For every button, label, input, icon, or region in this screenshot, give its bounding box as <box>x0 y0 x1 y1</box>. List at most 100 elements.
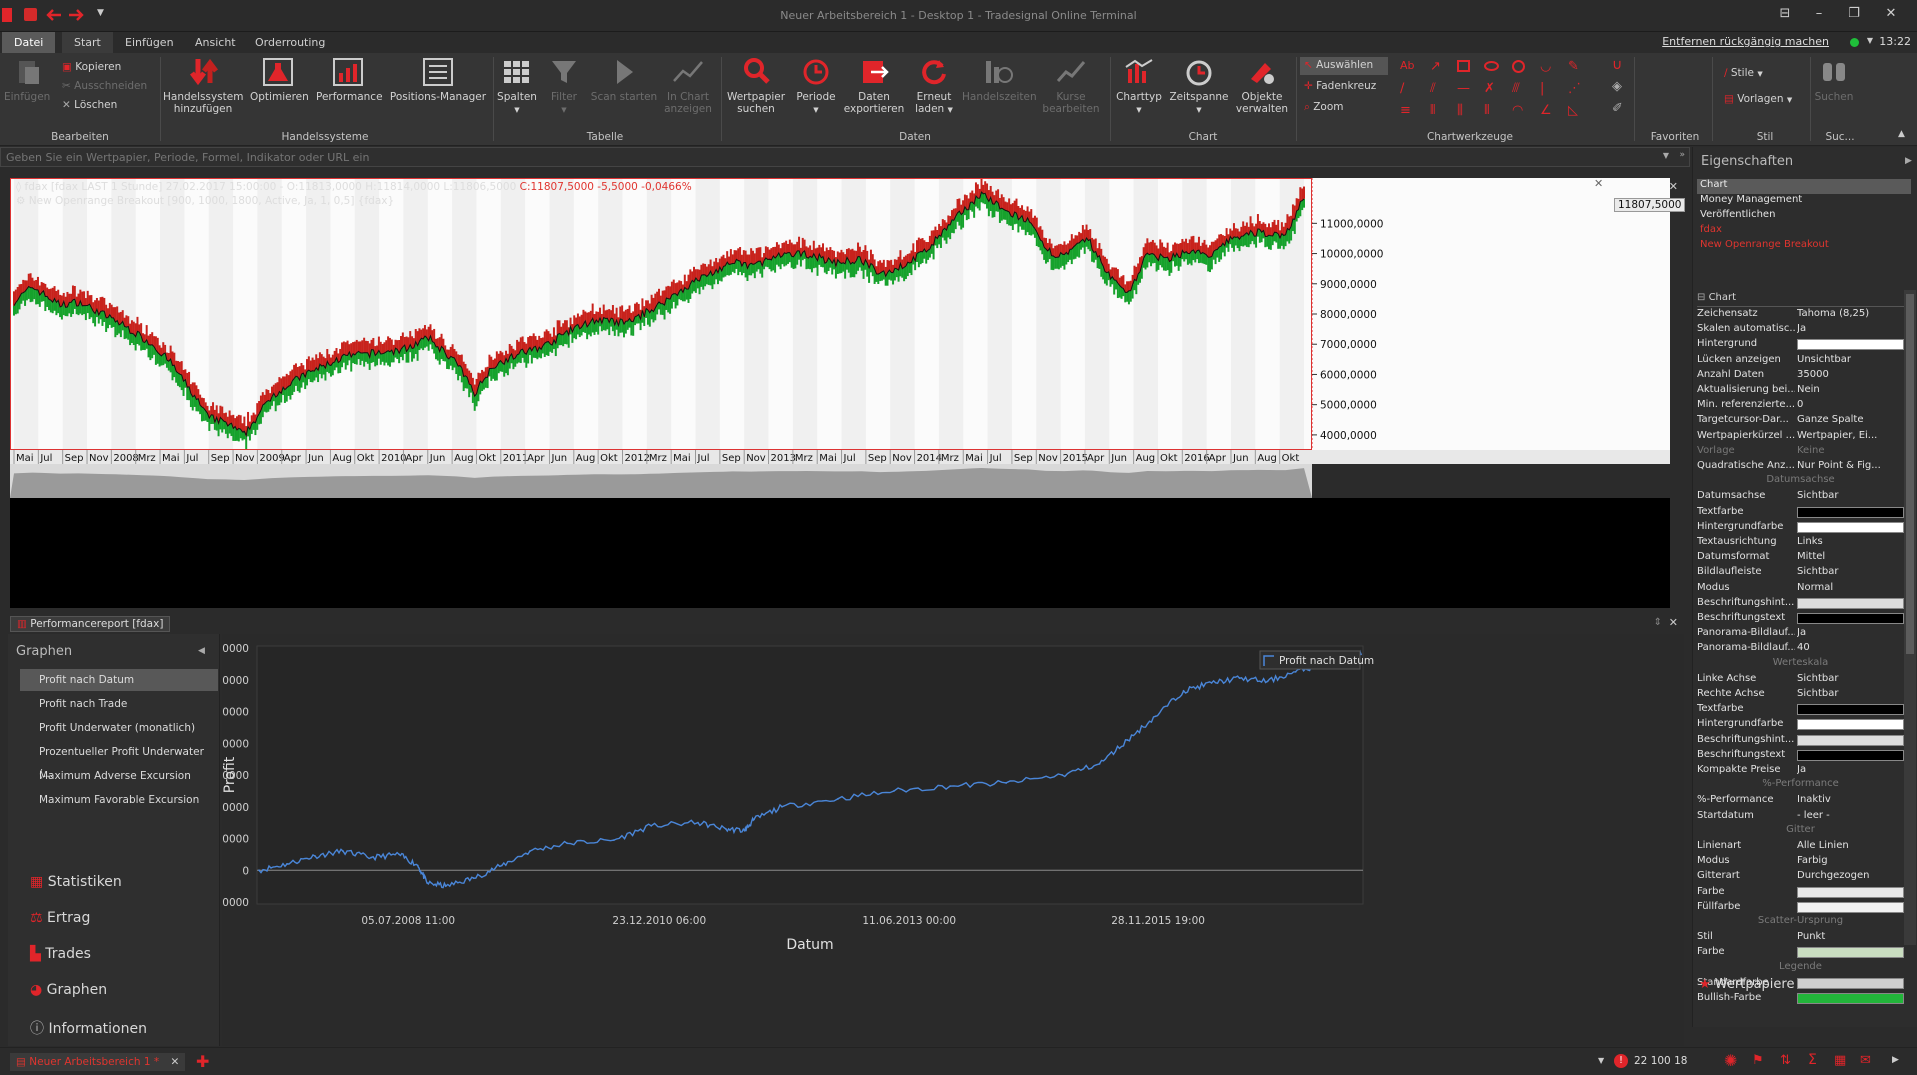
tree-item-strategy[interactable]: New Openrange Breakout <box>1697 239 1911 254</box>
profit-point[interactable] <box>1182 689 1185 692</box>
profit-point[interactable] <box>743 829 746 832</box>
eraser-icon[interactable]: ◈ <box>1612 79 1622 94</box>
tree-item-publish[interactable]: Veröffentlichen <box>1697 209 1911 224</box>
performance-tab[interactable]: ▥ Performancereport [fdax] <box>10 616 171 632</box>
color-swatch[interactable] <box>1797 749 1904 761</box>
profit-point[interactable] <box>1238 677 1241 680</box>
property-value[interactable]: Punkt <box>1797 931 1904 942</box>
property-row[interactable]: Datumsformat Mittel <box>1697 550 1904 565</box>
export-data-button[interactable]: Daten exportieren <box>842 57 906 115</box>
fib-arc-tool-icon[interactable]: ◠ <box>1512 103 1523 118</box>
color-swatch[interactable] <box>1797 597 1904 609</box>
property-row[interactable]: Kompakte Preise Ja <box>1697 763 1904 778</box>
profit-point[interactable] <box>1294 670 1297 673</box>
price-chart-svg[interactable]: 11000,0000 10000,0000 9000,0000 8000,0000 70… <box>10 178 1670 608</box>
channel-tool-icon[interactable]: ⫽ <box>1430 81 1436 96</box>
tree-item-chart[interactable]: Chart <box>1697 179 1911 194</box>
price-chart[interactable]: 11000,0000 10000,0000 9000,0000 8000,0000 70… <box>10 177 1686 608</box>
nav-ertrag[interactable]: ⚖ Ertrag <box>30 910 90 926</box>
menu-datei[interactable]: Datei <box>2 32 56 53</box>
property-row[interactable]: Vorlage Keine <box>1697 444 1904 459</box>
profit-point[interactable] <box>528 850 531 853</box>
property-row[interactable]: Quadratische Anz... Nur Point & Fig... <box>1697 459 1904 474</box>
profit-point[interactable] <box>398 853 400 856</box>
graph-item-mfe[interactable]: Maximum Favorable Excursion <box>20 789 218 811</box>
performance-pin-icon[interactable]: ⇕ <box>1654 617 1662 628</box>
color-swatch[interactable] <box>1797 506 1904 518</box>
menu-start[interactable]: Start <box>62 32 113 53</box>
profit-point[interactable] <box>472 877 475 880</box>
property-value[interactable]: Links <box>1797 536 1904 547</box>
profit-point[interactable] <box>837 797 839 800</box>
command-input[interactable] <box>1 148 1601 166</box>
pen-settings-icon[interactable]: ✐ <box>1612 101 1623 116</box>
property-row[interactable]: Beschriftungstext <box>1697 611 1904 626</box>
profit-chart[interactable]: 140000120000100000800006000040000200000-… <box>209 634 1684 1046</box>
profit-point[interactable] <box>314 855 316 857</box>
profit-point[interactable] <box>500 864 503 867</box>
parallel-tool-icon[interactable]: ⫻ <box>1512 81 1520 96</box>
paste-button[interactable]: Einfügen <box>4 57 50 103</box>
property-row[interactable]: Modus Farbig <box>1697 854 1904 869</box>
sort-icon[interactable]: ⇅ <box>1780 1053 1791 1068</box>
search-security-button[interactable]: Wertpapier suchen <box>722 57 790 115</box>
graph-item-profit-date[interactable]: Profit nach Datum <box>20 669 218 691</box>
profit-point[interactable] <box>1061 774 1064 776</box>
color-swatch[interactable] <box>1797 886 1904 898</box>
show-in-chart-button[interactable]: In Chart anzeigen <box>660 57 716 115</box>
property-row[interactable]: Zeichensatz Tahoma (8,25) <box>1697 307 1904 322</box>
property-value[interactable]: Mittel <box>1797 551 1904 562</box>
property-row[interactable]: Textfarbe <box>1697 702 1904 717</box>
property-row[interactable]: Beschriftungshint... <box>1697 596 1904 611</box>
properties-scrollbar[interactable] <box>1904 290 1916 945</box>
menu-ansicht[interactable]: Ansicht <box>183 32 248 53</box>
profit-point[interactable] <box>1266 680 1269 683</box>
chart-panel-close-icon[interactable]: ✕ <box>1594 177 1603 190</box>
property-row[interactable]: Farbe <box>1697 885 1904 900</box>
command-more-icon[interactable]: » <box>1679 150 1685 160</box>
period-button[interactable]: Periode ▼ <box>792 57 840 116</box>
trading-hours-button[interactable]: Handelszeiten <box>962 57 1037 103</box>
arrow-tool-icon[interactable]: ↗ <box>1430 59 1441 74</box>
property-row[interactable]: Anzahl Daten 35000 <box>1697 368 1904 383</box>
color-swatch[interactable] <box>1797 734 1904 746</box>
menu-orderrouting[interactable]: Orderrouting <box>243 32 337 53</box>
triangle-tool-icon[interactable]: ◺ <box>1568 103 1578 118</box>
fibonacci-tool-icon[interactable]: ≡ <box>1400 103 1411 118</box>
cycle-tool-icon[interactable]: ⫼ <box>1457 103 1463 118</box>
scan-start-button[interactable]: Scan starten <box>588 57 660 103</box>
profit-point[interactable] <box>612 839 615 841</box>
graph-item-profit-trade[interactable]: Profit nach Trade <box>20 693 218 715</box>
nav-statistiken[interactable]: ▦ Statistiken <box>30 874 122 890</box>
property-value[interactable]: - leer - <box>1797 810 1904 821</box>
property-value[interactable]: Sichtbar <box>1797 490 1904 501</box>
menu-einfuegen[interactable]: Einfügen <box>113 32 186 53</box>
property-value[interactable]: Alle Linien <box>1797 840 1904 851</box>
delete-button[interactable]: ✕ Löschen <box>62 99 117 111</box>
profit-point[interactable] <box>258 869 260 872</box>
layout-icon[interactable]: ⊟ <box>1774 6 1796 26</box>
property-row[interactable]: Targetcursor-Dar... Ganze Spalte <box>1697 413 1904 428</box>
styles-dropdown[interactable]: ∕ Stile ▼ <box>1724 67 1763 79</box>
fan-tool-icon[interactable]: ⋰ <box>1568 81 1581 96</box>
nav-trades[interactable]: ▙ Trades <box>30 946 91 962</box>
command-dropdown-icon[interactable]: ▼ <box>1663 151 1669 160</box>
alarm-icon[interactable]: ⚑ <box>1752 1053 1764 1068</box>
tree-item-fdax[interactable]: fdax <box>1697 224 1911 239</box>
color-swatch[interactable] <box>1797 901 1904 913</box>
color-swatch[interactable] <box>1797 993 1904 1004</box>
reload-button[interactable]: Erneut laden ▼ <box>908 57 960 116</box>
formula-icon[interactable]: Σ <box>1808 1052 1817 1068</box>
maximize-button[interactable]: ❐ <box>1843 6 1865 26</box>
color-swatch[interactable] <box>1797 719 1904 731</box>
property-row[interactable]: Min. referenzierte... 0 <box>1697 398 1904 413</box>
chart-close-icon[interactable]: ✕ <box>1669 180 1678 193</box>
property-value[interactable]: Unsichtbar <box>1797 354 1904 365</box>
ellipse-tool-icon[interactable] <box>1484 61 1499 71</box>
wertpapiere-section[interactable]: ★ Wertpapiere <box>1699 977 1794 992</box>
minimize-button[interactable]: – <box>1808 6 1830 26</box>
property-value[interactable]: Ja <box>1797 627 1904 638</box>
property-row[interactable]: Wertpapierkürzel ... Wertpapier, Ei... <box>1697 429 1904 444</box>
cross-line-tool-icon[interactable]: ✗ <box>1484 81 1495 96</box>
property-value[interactable]: Farbig <box>1797 855 1904 866</box>
